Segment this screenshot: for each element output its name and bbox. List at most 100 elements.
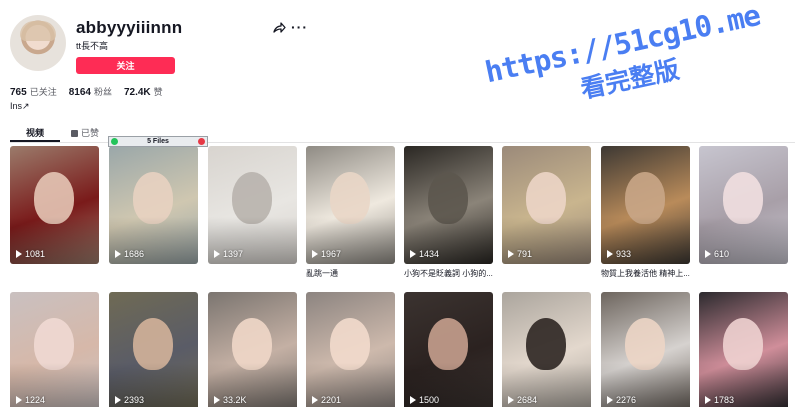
video-caption[interactable]: 物質上我養活他 精神上...	[601, 268, 690, 279]
view-count-value: 2276	[616, 395, 637, 405]
thumbnail-shade	[109, 292, 198, 407]
profile-avatar[interactable]	[10, 15, 66, 71]
thumbnail-shade	[306, 292, 395, 407]
files-badge: 5 Files	[108, 136, 208, 147]
video-thumbnail[interactable]: 1686	[109, 146, 198, 264]
bio-link[interactable]: Ins↗	[10, 101, 30, 112]
view-count-value: 1224	[25, 395, 46, 405]
view-count: 1224	[16, 395, 45, 405]
thumbnail-shade	[208, 292, 297, 407]
close-dot-icon	[198, 138, 205, 145]
thumbnail-shade	[10, 292, 99, 407]
view-count-value: 1434	[419, 249, 440, 259]
view-count: 791	[508, 249, 532, 259]
video-thumbnail[interactable]: 933	[601, 146, 690, 264]
video-thumbnail[interactable]: 1081	[10, 146, 99, 264]
play-icon	[312, 250, 318, 258]
video-thumbnail[interactable]: 2276	[601, 292, 690, 407]
following-stat[interactable]: 765 已关注	[10, 85, 57, 98]
follow-button[interactable]: 关注	[76, 57, 175, 74]
likes-label: 赞	[153, 87, 163, 97]
play-icon	[705, 396, 711, 404]
play-icon	[16, 396, 22, 404]
likes-count: 72.4K	[123, 87, 151, 98]
view-count: 1686	[115, 249, 144, 259]
play-icon	[214, 396, 220, 404]
thumbnail-shade	[502, 292, 591, 407]
profile-username: abbyyyiiinnn	[76, 18, 183, 37]
thumbnail-shade	[10, 146, 99, 264]
play-icon	[410, 396, 416, 404]
thumbnail-shade	[699, 292, 788, 407]
video-thumbnail[interactable]: 2393	[109, 292, 198, 407]
thumbnail-shade	[601, 292, 690, 407]
view-count-value: 1686	[124, 249, 145, 259]
followers-count: 8164	[68, 87, 91, 98]
view-count: 933	[607, 249, 631, 259]
thumbnail-shade	[109, 146, 198, 264]
view-count-value: 610	[714, 249, 730, 259]
green-dot-icon	[111, 138, 118, 145]
view-count: 33.2K	[214, 395, 247, 405]
tab-liked-label: 已赞	[80, 128, 99, 138]
lock-icon	[70, 130, 78, 137]
profile-tabs: 视频 已赞	[10, 124, 115, 142]
play-icon	[705, 250, 711, 258]
video-caption[interactable]: 小狗不是貶義詞 小狗的...	[404, 268, 493, 279]
video-caption[interactable]: 亂跳一通	[306, 268, 338, 279]
video-thumbnail[interactable]: 1967	[306, 146, 395, 264]
video-thumbnail[interactable]: 2201	[306, 292, 395, 407]
view-count: 1081	[16, 249, 45, 259]
view-count: 1434	[410, 249, 439, 259]
video-thumbnail[interactable]: 1224	[10, 292, 99, 407]
view-count: 2393	[115, 395, 144, 405]
tab-videos-label: 视频	[25, 128, 44, 138]
thumbnail-shade	[306, 146, 395, 264]
watermark: https://51cg10.me 看完整版	[467, 0, 790, 170]
view-count-value: 1500	[419, 395, 440, 405]
view-count-value: 1967	[321, 249, 342, 259]
play-icon	[607, 250, 613, 258]
play-icon	[214, 250, 220, 258]
thumbnail-shade	[404, 146, 493, 264]
tab-liked[interactable]: 已赞	[60, 124, 110, 142]
likes-stat: 72.4K 赞	[124, 85, 163, 98]
view-count-value: 1783	[714, 395, 735, 405]
profile-stats: 765 已关注 8164 粉丝 72.4K 赞	[10, 85, 163, 98]
play-icon	[16, 250, 22, 258]
thumbnail-shade	[208, 146, 297, 264]
thumbnail-shade	[404, 292, 493, 407]
view-count-value: 1397	[223, 249, 244, 259]
view-count: 2201	[312, 395, 341, 405]
share-icon[interactable]	[272, 21, 286, 35]
play-icon	[312, 396, 318, 404]
view-count: 610	[705, 249, 729, 259]
view-count-value: 791	[517, 249, 533, 259]
view-count-value: 2393	[124, 395, 145, 405]
thumbnail-shade	[699, 146, 788, 264]
video-thumbnail[interactable]: 33.2K	[208, 292, 297, 407]
video-thumbnail[interactable]: 2684	[502, 292, 591, 407]
play-icon	[115, 250, 121, 258]
more-options-icon[interactable]: ···	[291, 19, 308, 35]
play-icon	[508, 250, 514, 258]
video-thumbnail[interactable]: 1434	[404, 146, 493, 264]
view-count: 1967	[312, 249, 341, 259]
video-thumbnail[interactable]: 1783	[699, 292, 788, 407]
view-count: 1500	[410, 395, 439, 405]
video-thumbnail[interactable]: 610	[699, 146, 788, 264]
view-count: 2684	[508, 395, 537, 405]
tab-videos[interactable]: 视频	[10, 124, 60, 142]
play-icon	[508, 396, 514, 404]
files-badge-label: 5 Files	[147, 138, 169, 145]
video-thumbnail[interactable]: 1500	[404, 292, 493, 407]
view-count-value: 1081	[25, 249, 46, 259]
view-count: 2276	[607, 395, 636, 405]
play-icon	[607, 396, 613, 404]
video-thumbnail[interactable]: 1397	[208, 146, 297, 264]
play-icon	[410, 250, 416, 258]
play-icon	[115, 396, 121, 404]
view-count: 1397	[214, 249, 243, 259]
view-count-value: 2684	[517, 395, 538, 405]
followers-stat[interactable]: 8164 粉丝	[69, 85, 112, 98]
